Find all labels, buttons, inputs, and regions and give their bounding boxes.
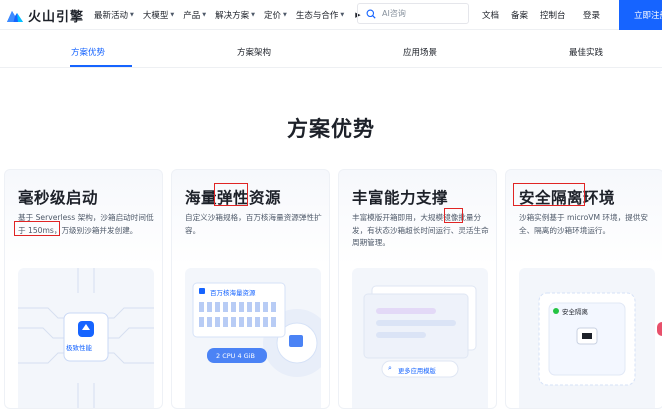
art-label: 极致性能 xyxy=(66,344,92,352)
card-description: 自定义沙箱规格，百万核海量资源弹性扩容。 xyxy=(185,213,322,235)
elastic-resource-illustration: 百万核海量资源 2 CPU 4 GiB xyxy=(185,268,321,408)
performance-illustration: 极致性能 xyxy=(18,268,154,408)
chevron-down-icon: ▼ xyxy=(340,12,345,18)
card-title: 丰富能力支撑 xyxy=(352,189,449,207)
nav-label: 大模型 xyxy=(142,11,169,21)
highlight-box xyxy=(444,208,463,223)
tab-advantages[interactable]: 方案优势 xyxy=(71,46,105,58)
circuit-lines-icon xyxy=(18,268,154,408)
more-templates-link[interactable]: 更多应用模版 xyxy=(398,366,436,375)
section-tabs: 方案优势 方案架构 应用场景 最佳实践 xyxy=(0,38,662,68)
magnifier-icon: ⌕ xyxy=(388,364,392,372)
utility-links: 文档 备案 控制台 xyxy=(482,0,578,30)
isolation-box-icon xyxy=(538,292,636,386)
nav-label: 最新活动 xyxy=(94,11,129,21)
brand-logo[interactable]: 火山引擎 xyxy=(6,6,85,25)
logo-text: 火山引擎 xyxy=(28,9,85,25)
advantage-card-startup: 毫秒级启动 基于 Serverless 架构，沙箱启动时间低于 150ms，万级… xyxy=(4,169,163,409)
register-button[interactable]: 立即注册 xyxy=(619,0,662,30)
card-title: 毫秒级启动 xyxy=(18,189,99,207)
nav-item-solutions[interactable]: 解决方案 ▼ xyxy=(215,9,255,21)
template-cards-icon xyxy=(363,285,477,378)
volcano-logo-icon xyxy=(7,11,23,22)
chevron-down-icon: ▼ xyxy=(202,12,207,18)
nav-label: 解决方案 xyxy=(215,11,250,21)
art-label-spec: 2 CPU 4 GiB xyxy=(216,352,255,360)
tab-best-practices[interactable]: 最佳实践 xyxy=(569,46,603,58)
console-link[interactable]: 控制台 xyxy=(540,9,566,21)
chevron-down-icon: ▼ xyxy=(283,12,287,18)
chevron-down-icon: ▼ xyxy=(130,12,134,18)
nav-item-ecosystem[interactable]: 生态与合作 ▼ xyxy=(296,9,344,21)
active-tab-indicator xyxy=(70,65,132,67)
docs-link[interactable]: 文档 xyxy=(482,9,499,21)
card-description: 丰富模版开箱即用，大规模镜像批量分发，有状态沙箱超长时间运行、灵活生命周期管理。 xyxy=(352,213,489,247)
search-input[interactable]: AI咨询 xyxy=(357,3,469,24)
ai-search-icon xyxy=(366,9,376,19)
advantage-card-capability: 丰富能力支撑 丰富模版开箱即用，大规模镜像批量分发，有状态沙箱超长时间运行、灵活… xyxy=(338,169,497,409)
highlight-box xyxy=(513,183,585,206)
section-title: 方案优势 xyxy=(287,117,375,141)
nav-item-pricing[interactable]: 定价 ▼ xyxy=(264,9,287,21)
filing-link[interactable]: 备案 xyxy=(511,9,528,21)
nav-item-products[interactable]: 产品 ▼ xyxy=(183,9,206,21)
templates-illustration: ⌕ 更多应用模版 xyxy=(352,268,488,408)
tab-architecture[interactable]: 方案架构 xyxy=(237,46,271,58)
search-placeholder: AI咨询 xyxy=(382,9,406,18)
login-link[interactable]: 登录 xyxy=(583,9,600,21)
main-nav: 最新活动 ▼ 大模型 ▼ 产品 ▼ 解决方案 ▼ 定价 ▼ 生态与合作 ▼ ▶ xyxy=(94,0,361,30)
top-nav-bar: 火山引擎 最新活动 ▼ 大模型 ▼ 产品 ▼ 解决方案 ▼ 定价 ▼ 生态与合作 ▼ ▶ A… xyxy=(0,0,662,30)
card-description: 沙箱实例基于 microVM 环境，提供安全、隔离的沙箱环境运行。 xyxy=(519,213,648,235)
isolation-label: 安全隔离 xyxy=(562,308,588,316)
tab-scenarios[interactable]: 应用场景 xyxy=(403,46,437,58)
nav-label: 生态与合作 xyxy=(295,11,339,21)
art-label: 百万核海量资源 xyxy=(210,289,256,297)
chevron-down-icon: ▼ xyxy=(170,12,175,18)
nav-item-latest[interactable]: 最新活动 ▼ xyxy=(94,9,134,21)
nav-label: 定价 xyxy=(264,11,282,21)
floating-help-icon[interactable] xyxy=(657,322,662,336)
nav-label: 产品 xyxy=(183,11,201,21)
chevron-down-icon: ▼ xyxy=(251,12,255,18)
highlight-box xyxy=(214,183,248,206)
highlight-box xyxy=(14,221,60,236)
advantage-card-elastic: 海量弹性资源 自定义沙箱规格，百万核海量资源弹性扩容。 百万核海量资源 2 CP… xyxy=(171,169,330,409)
nav-item-models[interactable]: 大模型 ▼ xyxy=(143,9,174,21)
isolation-illustration: 安全隔离 xyxy=(519,268,655,408)
